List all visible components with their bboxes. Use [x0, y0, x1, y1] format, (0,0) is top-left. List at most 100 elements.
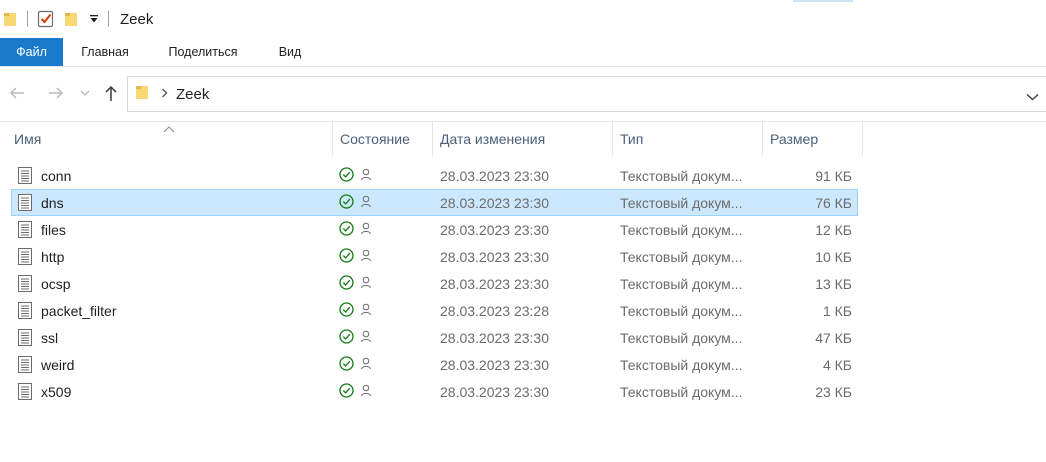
file-name: ssl [41, 329, 59, 346]
customize-toolbar-icon[interactable] [89, 8, 99, 30]
file-type: Текстовый докум... [620, 329, 743, 346]
file-size: 91 КБ [815, 167, 852, 184]
text-file-icon [18, 244, 32, 269]
tab-view[interactable]: Вид [259, 38, 321, 66]
file-status [339, 217, 372, 242]
person-icon [360, 357, 372, 373]
file-status [339, 352, 372, 377]
navigation-bar: Zeek [0, 66, 1046, 120]
file-status [339, 271, 372, 296]
file-status [339, 163, 372, 188]
sync-ok-icon [339, 382, 354, 401]
back-arrow-icon[interactable] [6, 82, 28, 104]
file-date-modified: 28.03.2023 23:30 [440, 383, 549, 400]
file-date-modified: 28.03.2023 23:30 [440, 248, 549, 265]
tab-share[interactable]: Поделиться [147, 38, 259, 66]
file-row[interactable]: packet_filter 28.03.2023 23:28 Текстовый… [11, 297, 858, 324]
folder-icon [4, 8, 18, 30]
file-row[interactable]: ssl 28.03.2023 23:30 Текстовый докум... … [11, 324, 858, 351]
text-file-icon [18, 352, 32, 377]
address-bar[interactable]: Zeek [127, 76, 1046, 112]
file-name: dns [41, 194, 64, 211]
file-date-modified: 28.03.2023 23:30 [440, 221, 549, 238]
file-row[interactable]: files 28.03.2023 23:30 Текстовый докум..… [11, 216, 858, 243]
quick-access-toolbar [0, 0, 118, 38]
file-name: http [41, 248, 65, 265]
file-date-modified: 28.03.2023 23:30 [440, 329, 549, 346]
text-file-icon [18, 298, 32, 323]
file-type: Текстовый докум... [620, 383, 743, 400]
sync-ok-icon [339, 328, 354, 347]
column-status[interactable]: Состояние [333, 122, 433, 156]
up-arrow-icon[interactable] [100, 82, 122, 104]
title-accent-strip [793, 0, 853, 2]
sync-ok-icon [339, 220, 354, 239]
file-size: 4 КБ [822, 356, 852, 373]
file-row[interactable]: weird 28.03.2023 23:30 Текстовый докум..… [11, 351, 858, 378]
file-type: Текстовый докум... [620, 167, 743, 184]
file-row[interactable]: x509 28.03.2023 23:30 Текстовый докум...… [11, 378, 858, 405]
breadcrumb-chevron-icon[interactable] [161, 85, 168, 103]
file-size: 47 КБ [815, 329, 852, 346]
file-type: Текстовый докум... [620, 221, 743, 238]
folder-icon [136, 84, 150, 105]
file-size: 10 КБ [815, 248, 852, 265]
sync-ok-icon [339, 301, 354, 320]
sync-ok-icon [339, 193, 354, 212]
column-size[interactable]: Размер [763, 122, 863, 156]
breadcrumb-current[interactable]: Zeek [176, 86, 209, 103]
file-name: packet_filter [41, 302, 117, 319]
file-size: 76 КБ [815, 194, 852, 211]
title-bar: Zeek [0, 0, 1046, 38]
file-row[interactable]: http 28.03.2023 23:30 Текстовый докум...… [11, 243, 858, 270]
address-dropdown-icon[interactable] [1026, 88, 1039, 106]
file-type: Текстовый докум... [620, 302, 743, 319]
sync-ok-icon [339, 274, 354, 293]
person-icon [360, 249, 372, 265]
person-icon [360, 195, 372, 211]
new-folder-icon[interactable] [65, 8, 79, 30]
file-type: Текстовый докум... [620, 275, 743, 292]
file-name: conn [41, 167, 72, 184]
tab-home[interactable]: Главная [63, 38, 147, 66]
file-date-modified: 28.03.2023 23:30 [440, 194, 549, 211]
sync-ok-icon [339, 247, 354, 266]
file-status [339, 379, 372, 404]
column-name[interactable]: Имя [7, 122, 333, 156]
file-type: Текстовый докум... [620, 194, 743, 211]
file-name: x509 [41, 383, 72, 400]
file-status [339, 325, 372, 350]
file-row[interactable]: dns 28.03.2023 23:30 Текстовый докум... … [11, 189, 858, 216]
file-status [339, 298, 372, 323]
file-size: 23 КБ [815, 383, 852, 400]
sync-ok-icon [339, 166, 354, 185]
tab-file[interactable]: Файл [0, 38, 63, 66]
file-type: Текстовый докум... [620, 248, 743, 265]
sync-ok-icon [339, 355, 354, 374]
file-type: Текстовый докум... [620, 356, 743, 373]
properties-checkbox-icon[interactable] [37, 8, 55, 30]
person-icon [360, 168, 372, 184]
column-type[interactable]: Тип [613, 122, 763, 156]
column-date-modified[interactable]: Дата изменения [433, 122, 613, 156]
file-row[interactable]: ocsp 28.03.2023 23:30 Текстовый докум...… [11, 270, 858, 297]
file-row[interactable]: conn 28.03.2023 23:30 Текстовый докум...… [11, 162, 858, 189]
file-date-modified: 28.03.2023 23:30 [440, 275, 549, 292]
file-name: files [41, 221, 66, 238]
forward-arrow-icon[interactable] [45, 82, 67, 104]
window-title: Zeek [120, 10, 154, 28]
file-size: 1 КБ [822, 302, 852, 319]
person-icon [360, 276, 372, 292]
file-status [339, 244, 372, 269]
file-size: 12 КБ [815, 221, 852, 238]
ribbon-tabs: Файл Главная Поделиться Вид [0, 38, 1046, 66]
recent-locations-chevron-icon[interactable] [74, 82, 96, 104]
person-icon [360, 303, 372, 319]
file-name: weird [41, 356, 75, 373]
person-icon [360, 384, 372, 400]
toolbar-separator [108, 11, 109, 27]
file-date-modified: 28.03.2023 23:30 [440, 167, 549, 184]
text-file-icon [18, 271, 32, 296]
text-file-icon [18, 217, 32, 242]
column-header: Имя Состояние Дата изменения Тип Размер [0, 121, 1046, 156]
